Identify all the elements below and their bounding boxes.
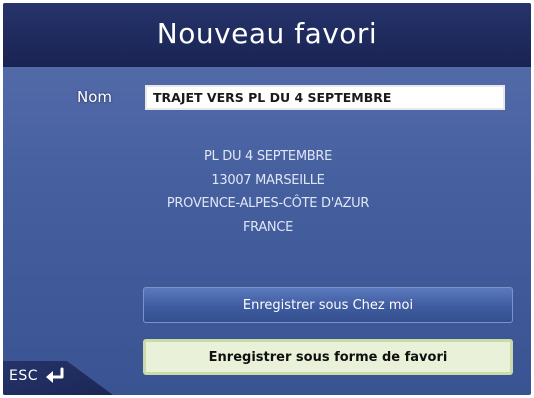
title-bar: Nouveau favori xyxy=(3,3,531,67)
favorite-screen: Nouveau favori Nom PL DU 4 SEPTEMBRE 130… xyxy=(3,3,531,395)
address-block: PL DU 4 SEPTEMBRE 13007 MARSEILLE PROVEN… xyxy=(83,145,453,239)
address-region: PROVENCE-ALPES-CÔTE D'AZUR xyxy=(166,196,370,211)
esc-button[interactable]: ESC xyxy=(9,367,66,385)
address-city: 13007 MARSEILLE xyxy=(211,172,325,188)
name-input[interactable] xyxy=(145,85,505,110)
save-as-favorite-button[interactable]: Enregistrer sous forme de favori xyxy=(143,339,513,375)
esc-label: ESC xyxy=(9,368,39,384)
address-street: PL DU 4 SEPTEMBRE xyxy=(203,149,333,164)
address-country: FRANCE xyxy=(242,219,294,235)
back-arrow-icon xyxy=(46,367,64,383)
name-label: Nom xyxy=(77,88,113,106)
save-as-home-button[interactable]: Enregistrer sous Chez moi xyxy=(143,287,513,323)
page-title: Nouveau favori xyxy=(156,16,378,50)
